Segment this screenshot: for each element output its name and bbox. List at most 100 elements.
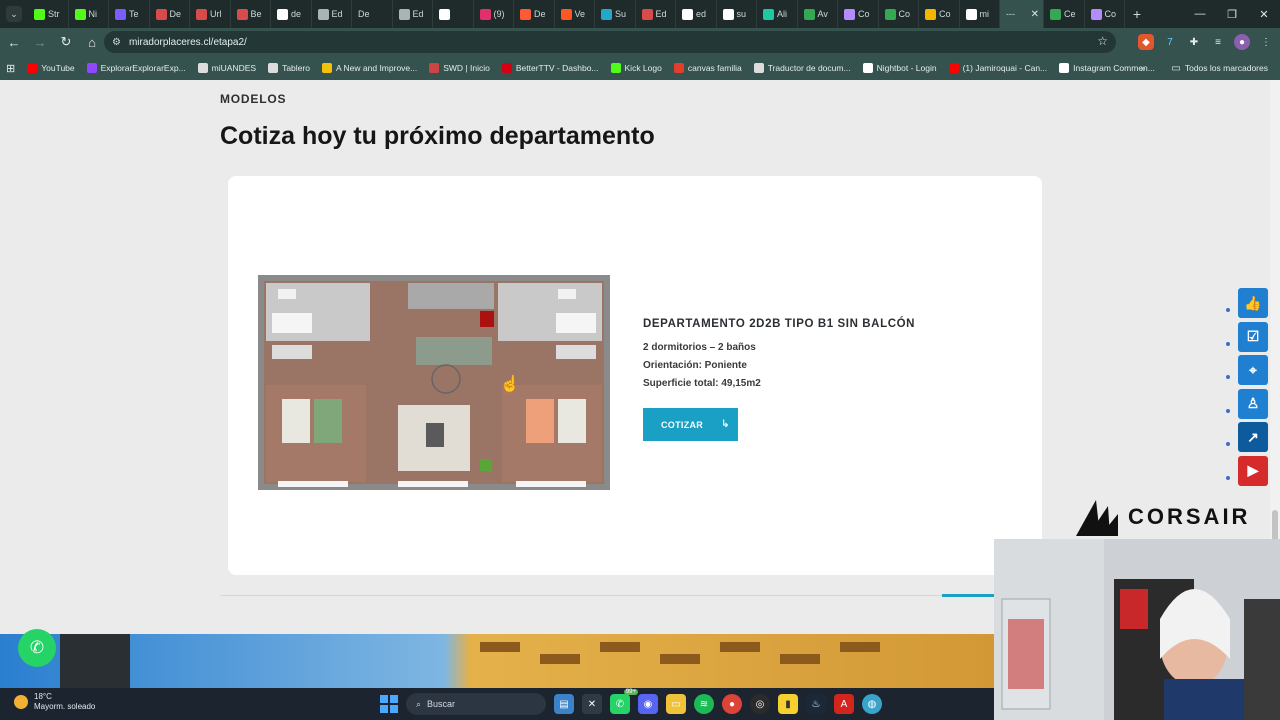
bookmark-star-icon[interactable]: ☆	[1097, 34, 1108, 48]
browser-tab[interactable]: Av	[798, 0, 838, 28]
xbox-icon[interactable]: ✕	[582, 694, 602, 714]
pointer-icon: ↳	[721, 419, 730, 430]
file-explorer-icon[interactable]: ▭	[666, 694, 686, 714]
browser-tab[interactable]: Ni	[69, 0, 109, 28]
browser-tab[interactable]: (9)	[474, 0, 514, 28]
minimize-button[interactable]: —	[1184, 0, 1216, 28]
uandes-icon	[197, 63, 208, 73]
chart-icon[interactable]: ↗	[1238, 422, 1268, 452]
tab-list: Str Ni Te De Url Be de Ed De Ed (9) De Ve Su Ed ed su Ali…	[28, 0, 1125, 28]
profile-avatar[interactable]: ●	[1234, 34, 1250, 50]
reload-button[interactable]: ↻	[54, 30, 78, 54]
bookmark-item[interactable]: canvas familia	[668, 56, 748, 80]
bookmark-item[interactable]: miUANDES	[192, 56, 262, 80]
taskbar-search[interactable]: ⌕ Buscar	[406, 693, 546, 715]
browser-tab[interactable]: Be	[231, 0, 271, 28]
bookmark-item[interactable]: YouTube	[21, 56, 80, 80]
side-menu-dot	[1226, 408, 1230, 413]
bookmarks-overflow-button[interactable]: »	[1135, 56, 1152, 80]
browser-tab[interactable]: Ed	[393, 0, 433, 28]
canvas-icon	[673, 63, 684, 73]
sticky-notes-icon[interactable]: ▮	[778, 694, 798, 714]
browser-tab[interactable]: mi	[960, 0, 1000, 28]
browser-tab[interactable]: su	[717, 0, 757, 28]
new-tab-button[interactable]: +	[1125, 6, 1149, 22]
browser-tab[interactable]: Co	[1085, 0, 1125, 28]
cotizar-button[interactable]: COTIZAR ↳	[643, 408, 738, 441]
browser-tab[interactable]: Te	[109, 0, 150, 28]
acrobat-icon[interactable]: A	[834, 694, 854, 714]
browser-tab[interactable]: Co	[919, 0, 960, 28]
checklist-icon[interactable]: ☑	[1238, 321, 1268, 352]
browser-tab[interactable]: De	[514, 0, 555, 28]
extensions-puzzle-icon[interactable]: ✚	[1186, 34, 1202, 50]
browser-tab[interactable]: Co	[879, 0, 919, 28]
tab-search-button[interactable]: ⌄	[6, 6, 22, 22]
address-bar[interactable]: ⚙ miradorplaceres.cl/etapa2/ ☆	[104, 31, 1116, 53]
bookmark-item[interactable]: Traductor de docum...	[748, 56, 857, 80]
browser-tab[interactable]: de	[271, 0, 312, 28]
browser-tab[interactable]: ed	[676, 0, 717, 28]
browser-tab[interactable]: Ali	[757, 0, 798, 28]
floor-plan-image[interactable]	[258, 275, 610, 490]
browser-tab[interactable]: Str	[28, 0, 69, 28]
extensions-area: ◆ 7 ✚ ≡ ● ⋮	[1138, 30, 1274, 54]
bookmark-item[interactable]: SWD | Inicio	[423, 56, 496, 80]
close-tab-icon[interactable]: ✕	[1031, 9, 1039, 20]
all-bookmarks-folder[interactable]: ▭ Todos los marcadores	[1165, 56, 1274, 80]
browser-tab[interactable]: Ce	[1044, 0, 1085, 28]
spotify-icon[interactable]: ≋	[694, 694, 714, 714]
tab-title: Av	[817, 9, 828, 19]
person-icon[interactable]: ♙	[1238, 388, 1268, 419]
browser-tab[interactable]: De	[150, 0, 190, 28]
youtube-icon	[27, 63, 38, 73]
discord-icon[interactable]: ◉	[638, 694, 658, 714]
browser-tab[interactable]: Url	[190, 0, 231, 28]
map-pin-icon[interactable]: ⌖	[1238, 355, 1268, 385]
bookmark-item[interactable]: Kick Logo	[605, 56, 668, 80]
tab-title: ed	[696, 9, 707, 19]
obs-icon[interactable]: ◎	[750, 694, 770, 714]
unit-spec-rooms: 2 dormitorios – 2 baños	[643, 342, 756, 353]
bookmark-item[interactable]: A New and Improve...	[316, 56, 423, 80]
browser-tab[interactable]: De	[352, 0, 393, 28]
apps-grid-icon[interactable]: ⊞	[0, 56, 21, 80]
youtube-icon[interactable]: ▶	[1238, 455, 1268, 486]
like-icon[interactable]: 👍	[1238, 288, 1268, 318]
google-icon	[965, 8, 977, 20]
browser-tab[interactable]	[433, 0, 474, 28]
maps-icon	[803, 8, 815, 20]
menu-kebab-icon[interactable]: ⋮	[1258, 34, 1274, 50]
browser-tab[interactable]: Ed	[636, 0, 676, 28]
fox-extension-icon[interactable]: ◆	[1138, 34, 1154, 50]
link-icon	[236, 8, 248, 20]
maximize-button[interactable]: ❐	[1216, 0, 1248, 28]
bookmark-item[interactable]: ExplorarExplorarExp...	[81, 56, 192, 80]
translate-extension-icon[interactable]: 7	[1162, 34, 1178, 50]
chrome-icon[interactable]: ●	[722, 694, 742, 714]
browser-tab[interactable]: Ve	[555, 0, 595, 28]
whatsapp-button[interactable]: ✆	[18, 629, 56, 667]
browser-tab[interactable]: --- ✕	[1000, 0, 1044, 28]
bookmark-list: YouTube ExplorarExplorarExp... miUANDES Tab…	[21, 56, 1161, 80]
forward-button[interactable]: →	[28, 30, 52, 54]
browser-tab[interactable]: Co	[838, 0, 879, 28]
steam-icon[interactable]: ♨	[806, 694, 826, 714]
bookmark-item[interactable]: Tablero	[262, 56, 316, 80]
bookmark-item[interactable]: (1) Jamiroquai - Can...	[943, 56, 1054, 80]
home-button[interactable]: ⌂	[80, 30, 104, 54]
bookmark-item[interactable]: Nightbot - Login	[857, 56, 943, 80]
whatsapp-taskbar-icon[interactable]: ✆ 99+	[610, 689, 638, 714]
browser-tab[interactable]: Su	[595, 0, 636, 28]
weather-widget[interactable]: 18°C Mayorm. soleado	[14, 692, 95, 712]
tab-title: ---	[1006, 9, 1015, 19]
close-window-button[interactable]: ✕	[1248, 0, 1280, 28]
bookmark-item[interactable]: BetterTTV - Dashbo...	[496, 56, 605, 80]
browser-tab[interactable]: Ed	[312, 0, 352, 28]
site-info-icon[interactable]: ⚙	[112, 37, 121, 48]
tab-search-icon[interactable]: ≡	[1210, 34, 1226, 50]
globe-app-icon[interactable]: ◍	[862, 694, 882, 714]
notepad-icon[interactable]: ▤	[554, 694, 574, 714]
windows-start-icon[interactable]	[380, 695, 398, 713]
back-button[interactable]: ←	[2, 30, 26, 54]
